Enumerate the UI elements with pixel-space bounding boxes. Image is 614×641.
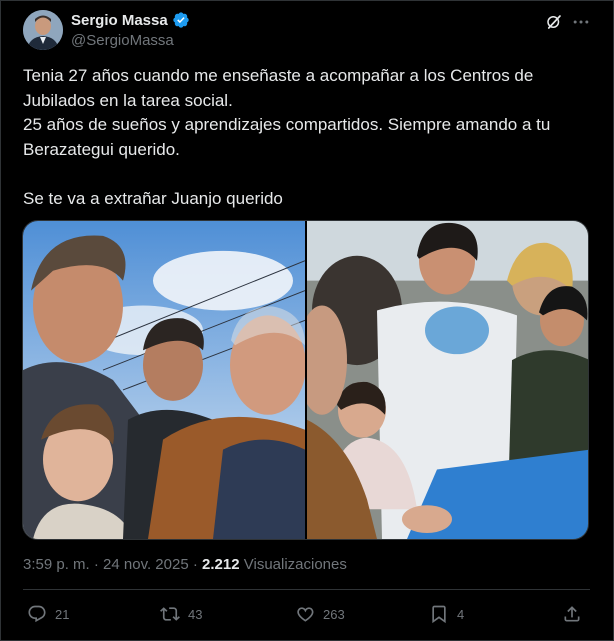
repost-icon xyxy=(160,607,180,621)
heart-icon xyxy=(297,607,314,622)
tweet-meta: 3:59 p. m. · 24 nov. 2025 · 2.212 Visual… xyxy=(23,556,347,573)
share-icon xyxy=(564,606,580,622)
tweet-text: Tenia 27 años cuando me enseñaste a acom… xyxy=(23,66,551,208)
like-button[interactable]: 263 xyxy=(295,604,345,624)
author-name-row: Sergio Massa xyxy=(71,11,190,29)
verified-badge-icon xyxy=(173,12,189,28)
reply-button[interactable]: 21 xyxy=(27,604,69,624)
meta-separator: · xyxy=(188,556,203,573)
photo-right[interactable] xyxy=(307,221,589,539)
reply-count: 21 xyxy=(55,606,70,622)
grok-icon[interactable] xyxy=(545,13,563,31)
author-name[interactable]: Sergio Massa xyxy=(71,12,168,29)
avatar[interactable] xyxy=(23,10,63,50)
divider xyxy=(23,589,590,590)
views-label: Visualizaciones xyxy=(243,556,347,573)
views-count: 2.212 xyxy=(202,556,240,573)
repost-button[interactable]: 43 xyxy=(160,604,202,624)
like-count: 263 xyxy=(323,606,345,622)
share-button[interactable] xyxy=(562,604,582,624)
tweet-date[interactable]: 24 nov. 2025 xyxy=(103,556,189,573)
tweet-media[interactable] xyxy=(22,220,589,540)
bookmark-count: 4 xyxy=(457,606,465,622)
tweet-time[interactable]: 3:59 p. m. xyxy=(23,556,90,573)
action-bar: 21 43 263 4 xyxy=(23,600,590,630)
more-icon[interactable] xyxy=(571,12,591,32)
author-handle[interactable]: @SergioMassa xyxy=(71,32,174,49)
meta-separator: · xyxy=(89,556,104,573)
repost-count: 43 xyxy=(188,606,203,622)
reply-icon xyxy=(28,605,46,623)
bookmark-icon xyxy=(432,605,446,624)
photo-left[interactable] xyxy=(23,221,305,539)
bookmark-button[interactable]: 4 xyxy=(429,604,464,624)
tweet-header: Sergio Massa @SergioMassa xyxy=(23,10,593,50)
